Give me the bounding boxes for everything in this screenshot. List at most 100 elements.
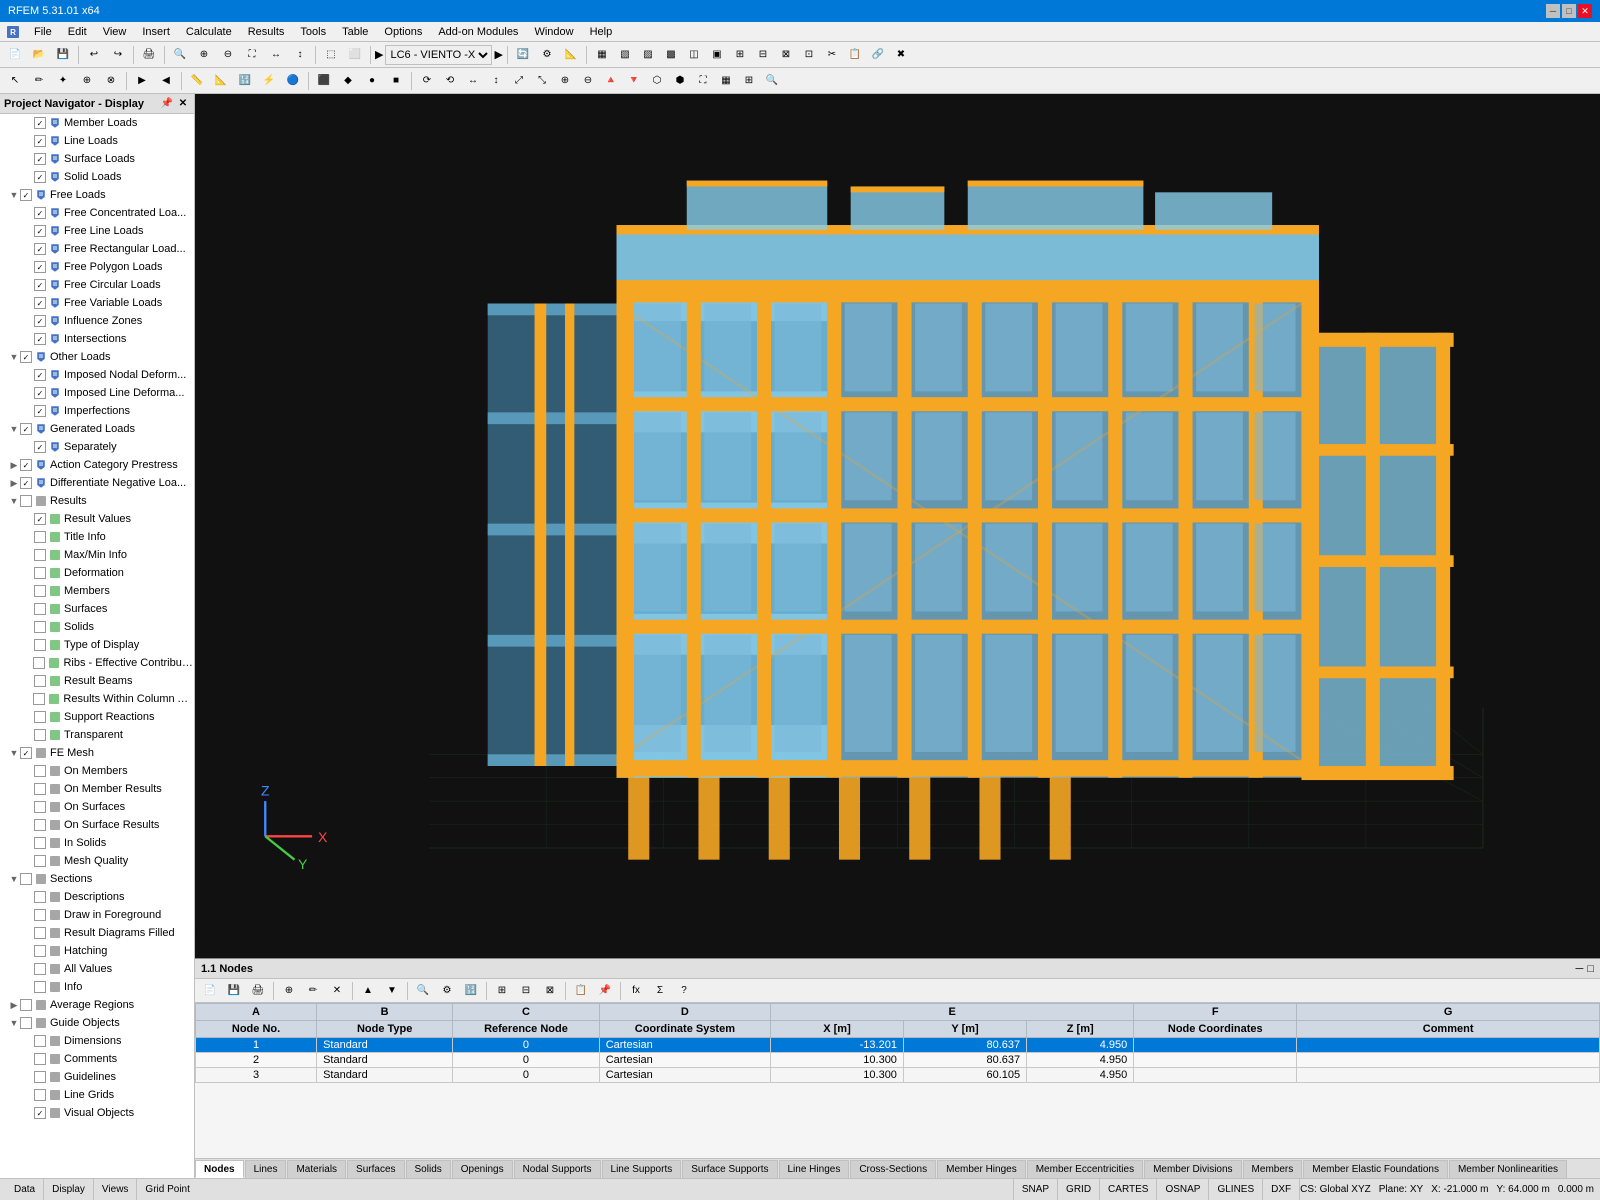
tree-item-7[interactable]: ✓Free Rectangular Load... — [0, 240, 194, 258]
tab-lines[interactable]: Lines — [245, 1160, 287, 1178]
menu-addon[interactable]: Add-on Modules — [430, 24, 526, 40]
status-display-btn[interactable]: Display — [44, 1179, 94, 1200]
table-tb16[interactable]: 📌 — [594, 980, 616, 1002]
tb1-extra3[interactable]: ▨ — [637, 44, 659, 66]
print-btn[interactable]: 🖨 — [138, 44, 160, 66]
tree-item-30[interactable]: Ribs - Effective Contributi... — [0, 654, 194, 672]
tb2-b4[interactable]: ⊕ — [76, 70, 98, 92]
tb2-b1[interactable]: ↖ — [4, 70, 26, 92]
tree-checkbox-44[interactable] — [34, 909, 46, 921]
tree-checkbox-18[interactable]: ✓ — [34, 441, 46, 453]
tb2-b2[interactable]: ✏ — [28, 70, 50, 92]
tb1-extra5[interactable]: ◫ — [683, 44, 705, 66]
tb2-extra9[interactable]: 🔺 — [600, 70, 622, 92]
table-tb15[interactable]: 📋 — [570, 980, 592, 1002]
tree-checkbox-32[interactable] — [33, 693, 45, 705]
tree-item-32[interactable]: Results Within Column Ar... — [0, 690, 194, 708]
tb1-b9[interactable]: 🔄 — [512, 44, 534, 66]
tb1-extra6[interactable]: ▣ — [706, 44, 728, 66]
tree-item-12[interactable]: ✓Intersections — [0, 330, 194, 348]
tab-line_hinges[interactable]: Line Hinges — [779, 1160, 850, 1178]
tb2-b5[interactable]: ⊗ — [100, 70, 122, 92]
tree-item-24[interactable]: Max/Min Info — [0, 546, 194, 564]
tree-checkbox-6[interactable]: ✓ — [34, 225, 46, 237]
bottom-panel-minimize[interactable]: ─ — [1576, 963, 1584, 975]
tab-bar[interactable]: NodesLinesMaterialsSurfacesSolidsOpening… — [195, 1158, 1600, 1178]
tree-checkbox-50[interactable] — [20, 1017, 32, 1029]
tree-container[interactable]: ✓Member Loads✓Line Loads✓Surface Loads✓S… — [0, 114, 194, 1178]
redo-btn[interactable]: ↪ — [107, 44, 129, 66]
tree-checkbox-10[interactable]: ✓ — [34, 297, 46, 309]
status-data-btn[interactable]: Data — [6, 1179, 44, 1200]
tab-solids[interactable]: Solids — [406, 1160, 451, 1178]
tree-checkbox-43[interactable] — [34, 891, 46, 903]
cartes-btn[interactable]: CARTES — [1100, 1179, 1157, 1200]
tree-checkbox-55[interactable]: ✓ — [34, 1107, 46, 1119]
tree-item-21[interactable]: ▼Results — [0, 492, 194, 510]
tree-checkbox-40[interactable] — [34, 837, 46, 849]
tb1-extra2[interactable]: ▧ — [614, 44, 636, 66]
tb2-extra16[interactable]: 🔍 — [761, 70, 783, 92]
menu-edit[interactable]: Edit — [60, 24, 95, 40]
table-tb11[interactable]: 🔢 — [460, 980, 482, 1002]
menu-help[interactable]: Help — [582, 24, 621, 40]
tree-expand-42[interactable]: ▼ — [8, 873, 20, 885]
tree-checkbox-47[interactable] — [34, 963, 46, 975]
tree-item-0[interactable]: ✓Member Loads — [0, 114, 194, 132]
tree-expand-20[interactable]: ▶ — [8, 477, 20, 489]
tree-item-54[interactable]: Line Grids — [0, 1086, 194, 1104]
tb1-b1[interactable]: 🔍 — [169, 44, 191, 66]
tb2-extra13[interactable]: ⛶ — [692, 70, 714, 92]
glines-btn[interactable]: GLINES — [1209, 1179, 1263, 1200]
tree-item-16[interactable]: ✓Imperfections — [0, 402, 194, 420]
tree-checkbox-8[interactable]: ✓ — [34, 261, 46, 273]
tab-member_elastic_foundations[interactable]: Member Elastic Foundations — [1303, 1160, 1448, 1178]
tb1-extra13[interactable]: 🔗 — [867, 44, 889, 66]
osnap-btn[interactable]: OSNAP — [1157, 1179, 1209, 1200]
tree-item-34[interactable]: Transparent — [0, 726, 194, 744]
menu-table[interactable]: Table — [334, 24, 376, 40]
menu-options[interactable]: Options — [376, 24, 430, 40]
tb1-extra1[interactable]: ▦ — [591, 44, 613, 66]
tree-item-31[interactable]: Result Beams — [0, 672, 194, 690]
tb1-b8[interactable]: ⬜ — [344, 44, 366, 66]
tb1-extra14[interactable]: ✖ — [890, 44, 912, 66]
tree-checkbox-2[interactable]: ✓ — [34, 153, 46, 165]
tree-checkbox-20[interactable]: ✓ — [20, 477, 32, 489]
tab-surfaces[interactable]: Surfaces — [347, 1160, 404, 1178]
tb1-extra12[interactable]: 📋 — [844, 44, 866, 66]
tab-member_divisions[interactable]: Member Divisions — [1144, 1160, 1241, 1178]
tree-expand-21[interactable]: ▼ — [8, 495, 20, 507]
tree-item-42[interactable]: ▼Sections — [0, 870, 194, 888]
tree-checkbox-21[interactable] — [20, 495, 32, 507]
maximize-btn[interactable]: □ — [1562, 4, 1576, 18]
tree-checkbox-22[interactable]: ✓ — [34, 513, 46, 525]
tree-item-52[interactable]: Comments — [0, 1050, 194, 1068]
tree-item-53[interactable]: Guidelines — [0, 1068, 194, 1086]
tree-item-5[interactable]: ✓Free Concentrated Loa... — [0, 204, 194, 222]
undo-btn[interactable]: ↩ — [83, 44, 105, 66]
tb2-b11[interactable]: ⚡ — [258, 70, 280, 92]
tree-checkbox-35[interactable]: ✓ — [20, 747, 32, 759]
save-btn[interactable]: 💾 — [52, 44, 74, 66]
tree-item-2[interactable]: ✓Surface Loads — [0, 150, 194, 168]
tb2-extra1[interactable]: ⟳ — [416, 70, 438, 92]
table-tb2[interactable]: 💾 — [223, 980, 245, 1002]
tree-checkbox-27[interactable] — [34, 603, 46, 615]
grid-btn[interactable]: GRID — [1058, 1179, 1100, 1200]
tree-checkbox-36[interactable] — [34, 765, 46, 777]
tb2-b7[interactable]: ◀ — [155, 70, 177, 92]
table-body[interactable]: 1 Standard 0 Cartesian -13.201 80.637 4.… — [196, 1038, 1600, 1083]
tree-checkbox-49[interactable] — [20, 999, 32, 1011]
tree-item-43[interactable]: Descriptions — [0, 888, 194, 906]
tree-checkbox-37[interactable] — [34, 783, 46, 795]
tb2-b3[interactable]: ✦ — [52, 70, 74, 92]
tree-expand-49[interactable]: ▶ — [8, 999, 20, 1011]
tree-item-33[interactable]: Support Reactions — [0, 708, 194, 726]
table-tb14[interactable]: ⊠ — [539, 980, 561, 1002]
tree-item-18[interactable]: ✓Separately — [0, 438, 194, 456]
new-btn[interactable]: 📄 — [4, 44, 26, 66]
table-row[interactable]: 1 Standard 0 Cartesian -13.201 80.637 4.… — [196, 1038, 1600, 1053]
tree-item-29[interactable]: Type of Display — [0, 636, 194, 654]
panel-header-controls[interactable]: 📌 ✕ — [160, 97, 190, 111]
